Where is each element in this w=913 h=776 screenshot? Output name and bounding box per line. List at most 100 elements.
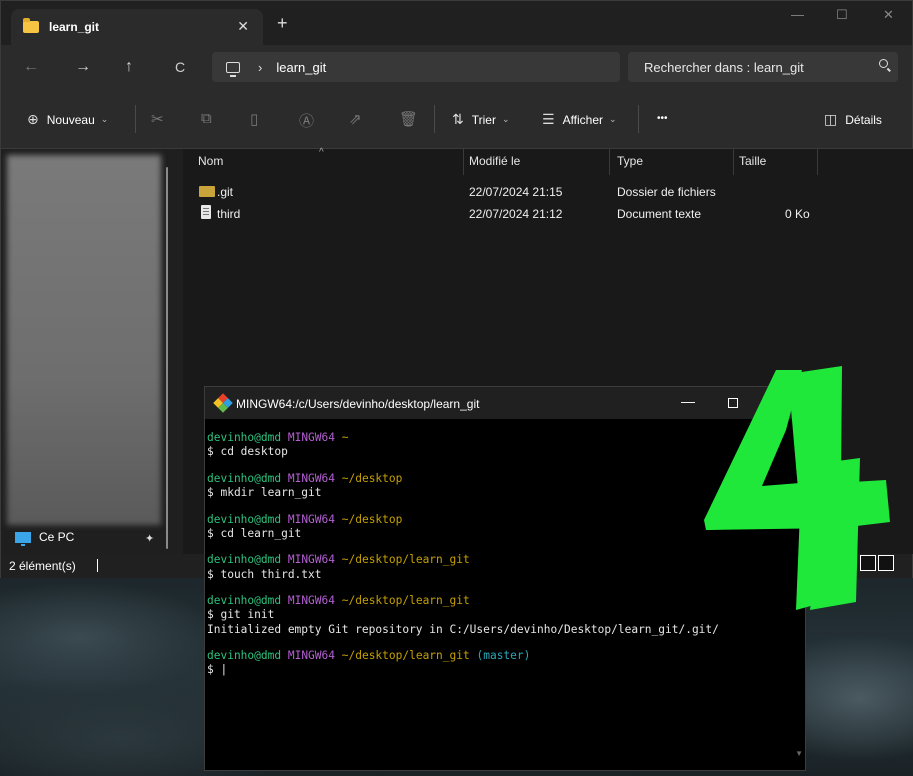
sidebar-item-this-pc[interactable]: Ce PC xyxy=(15,530,75,546)
up-arrow-icon[interactable]: ↑ xyxy=(125,58,133,76)
address-bar-row: ← → ↑ C › learn_git Rechercher dans : le… xyxy=(1,45,912,91)
rename-icon[interactable]: Ⓐ xyxy=(299,110,314,131)
status-separator xyxy=(97,559,98,572)
prompt-user: devinho@dmd xyxy=(207,431,282,444)
paste-icon[interactable]: ▯ xyxy=(250,110,258,128)
file-type: Document texte xyxy=(617,207,702,221)
cut-icon[interactable]: ✂ xyxy=(151,110,164,128)
details-label: Détails xyxy=(845,112,882,127)
column-header-size[interactable]: Taille xyxy=(739,154,766,168)
title-bar: learn_git ✕ + — ☐ ✕ xyxy=(1,1,912,45)
prompt-path: ~/desktop/learn_git xyxy=(341,553,470,567)
chevron-down-icon: ⌄ xyxy=(609,114,617,124)
file-name: third xyxy=(217,207,241,221)
divider xyxy=(638,105,639,133)
view-button[interactable]: ☰ Afficher ⌄ xyxy=(542,111,617,128)
chevron-down-icon: ⌄ xyxy=(100,114,109,124)
details-button[interactable]: ◫ Détails xyxy=(824,111,882,128)
back-arrow-icon[interactable]: ← xyxy=(23,58,39,76)
sort-button[interactable]: ⇅ Trier ⌄ xyxy=(452,111,510,128)
command-line: $ | xyxy=(207,663,228,677)
step-number-text: 4 xyxy=(690,362,691,363)
item-count: 2 élément(s) xyxy=(9,559,76,573)
command-bar: ⊕ Nouveau ⌄ ✂ ⧉ ▯ Ⓐ ⇗ 🗑︎ ⇅ Trier ⌄ ☰ Aff… xyxy=(1,91,912,149)
terminal-title: MINGW64:/c/Users/devinho/desktop/learn_g… xyxy=(236,397,480,411)
column-divider xyxy=(609,149,610,175)
prompt-user: devinho@dmd xyxy=(207,471,282,485)
command-line: $ touch third.txt xyxy=(207,567,322,581)
table-row[interactable]: third 22/07/2024 21:12 Document texte 0 … xyxy=(183,204,913,226)
prompt-host: MINGW64 xyxy=(287,649,335,663)
text-file-icon xyxy=(201,205,211,219)
close-window-button[interactable]: ✕ xyxy=(883,7,894,23)
column-header-type[interactable]: Type xyxy=(617,154,643,168)
delete-icon[interactable]: 🗑︎ xyxy=(399,110,418,128)
column-header-name[interactable]: Nom xyxy=(198,154,223,168)
new-tab-button[interactable]: + xyxy=(277,13,288,34)
prompt-host: MINGW64 xyxy=(287,431,335,444)
file-modified: 22/07/2024 21:15 xyxy=(469,185,563,199)
forward-arrow-icon[interactable]: → xyxy=(75,58,91,76)
close-tab-icon[interactable]: ✕ xyxy=(237,18,249,35)
prompt-branch: (master) xyxy=(476,649,531,663)
divider xyxy=(434,105,435,133)
table-row[interactable]: .git 22/07/2024 21:15 Dossier de fichier… xyxy=(183,182,913,204)
maximize-button[interactable]: ☐ xyxy=(836,7,848,23)
navigation-pane: Ce PC ✦ xyxy=(1,149,183,554)
prompt-path: ~/desktop xyxy=(341,512,403,526)
monitor-icon xyxy=(15,531,31,546)
search-input[interactable]: Rechercher dans : learn_git xyxy=(628,52,898,82)
file-size: 0 Ko xyxy=(785,207,810,221)
new-button[interactable]: ⊕ Nouveau ⌄ xyxy=(27,111,108,128)
chevron-down-icon: ⌄ xyxy=(501,114,510,124)
sort-up-icon: ^ xyxy=(319,147,324,158)
tab-title: learn_git xyxy=(49,20,100,34)
tab-learn-git[interactable]: learn_git ✕ xyxy=(11,9,263,45)
sort-arrows-icon: ⇅ xyxy=(452,111,464,127)
more-options-button[interactable]: ••• xyxy=(657,113,668,124)
new-label: Nouveau xyxy=(46,112,95,127)
scroll-down-icon[interactable]: ▼ xyxy=(795,749,803,758)
refresh-icon[interactable]: C xyxy=(175,59,185,75)
column-divider xyxy=(817,149,818,175)
blurred-sidebar-items xyxy=(7,155,161,525)
column-header-modified[interactable]: Modifié le xyxy=(469,154,520,168)
search-placeholder: Rechercher dans : learn_git xyxy=(644,59,804,75)
prompt-path: ~/desktop/learn_git xyxy=(341,594,470,608)
file-modified: 22/07/2024 21:12 xyxy=(469,207,563,221)
command-line: $ cd learn_git xyxy=(207,526,302,540)
details-pane-icon: ◫ xyxy=(824,111,838,127)
command-line: $ cd desktop xyxy=(207,445,288,459)
prompt-user: devinho@dmd xyxy=(207,649,282,663)
address-path[interactable]: learn_git xyxy=(276,60,326,75)
prompt-user: devinho@dmd xyxy=(207,512,282,526)
column-divider xyxy=(733,149,734,175)
prompt-user: devinho@dmd xyxy=(207,594,282,608)
prompt-host: MINGW64 xyxy=(287,512,335,526)
sidebar-item-label: Ce PC xyxy=(39,530,75,544)
sidebar-scrollbar[interactable] xyxy=(166,167,168,549)
command-line: $ git init xyxy=(207,608,275,622)
chevron-right-icon: › xyxy=(258,59,263,75)
computer-icon xyxy=(226,61,240,77)
step-number-annotation: 4 xyxy=(690,362,890,610)
view-label: Afficher xyxy=(562,112,604,127)
prompt-user: devinho@dmd xyxy=(207,553,282,567)
search-icon[interactable] xyxy=(879,59,888,68)
terminal-block: devinho@dmd MINGW64 ~/desktop/learn_git … xyxy=(207,649,797,677)
minimize-button[interactable]: — xyxy=(791,7,804,22)
command-output: Initialized empty Git repository in C:/U… xyxy=(207,622,719,636)
command-line: $ mkdir learn_git xyxy=(207,486,322,499)
column-divider xyxy=(463,149,464,175)
share-icon[interactable]: ⇗ xyxy=(349,110,362,128)
file-type: Dossier de fichiers xyxy=(617,185,716,199)
pin-icon[interactable]: ✦ xyxy=(145,532,154,545)
file-name: .git xyxy=(217,185,234,199)
prompt-path: ~ xyxy=(341,431,349,444)
divider xyxy=(135,105,136,133)
prompt-host: MINGW64 xyxy=(287,553,335,567)
address-box[interactable]: › learn_git xyxy=(212,52,620,82)
plus-circle-icon: ⊕ xyxy=(27,111,39,127)
copy-icon[interactable]: ⧉ xyxy=(201,110,212,127)
sort-label: Trier xyxy=(471,112,496,127)
